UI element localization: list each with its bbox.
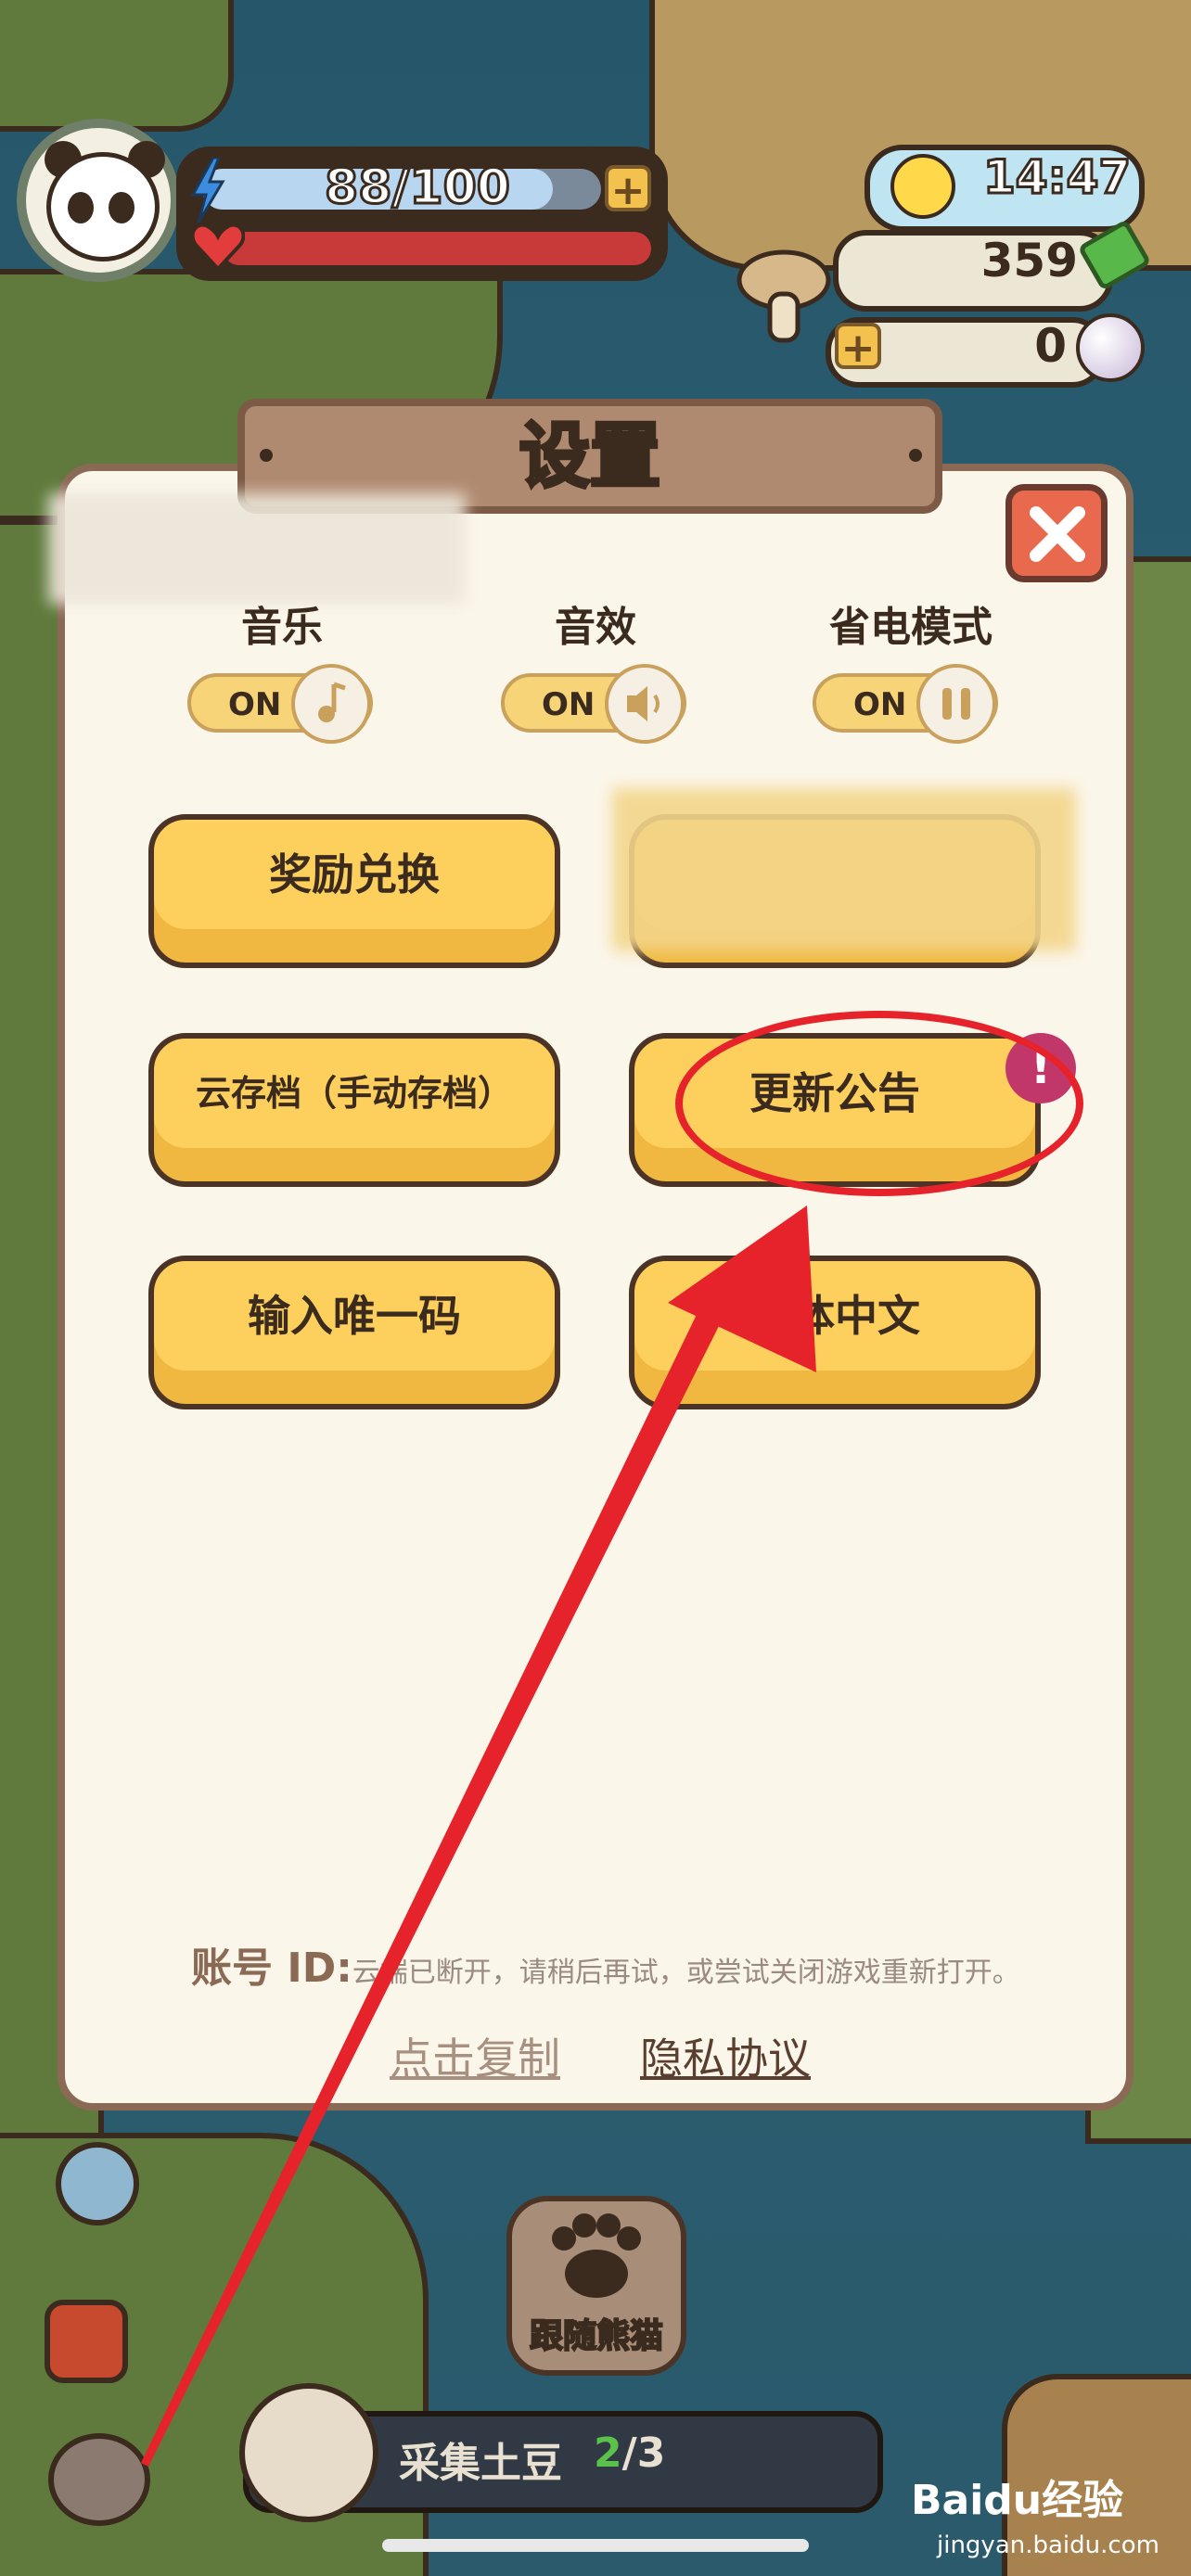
- watermark-url: jingyan.baidu.com: [937, 2531, 1159, 2559]
- annotation-arrow: [141, 1205, 816, 2467]
- home-indicator[interactable]: [382, 2539, 809, 2552]
